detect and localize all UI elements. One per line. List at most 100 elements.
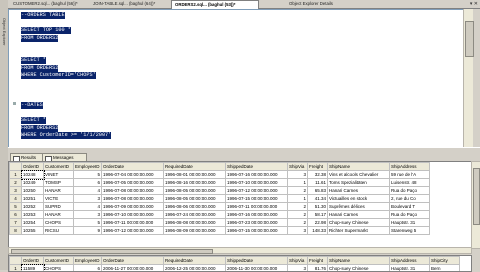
column-header[interactable]: CustomerID [44, 163, 74, 171]
code-line[interactable]: SELECT * [21, 57, 46, 64]
table-cell[interactable]: Hanari Carnes [328, 187, 390, 195]
table-cell[interactable]: 1996-07-08 00:00:00.000 [102, 187, 164, 195]
table-cell[interactable]: Suprêmes délices [328, 203, 390, 211]
table-cell[interactable]: 6 [74, 179, 102, 187]
table-cell[interactable]: 1996-07-24 00:00:00.000 [164, 211, 226, 219]
table-cell[interactable]: 10254 [22, 219, 44, 227]
column-header[interactable]: ShipAddress [390, 163, 430, 171]
code-line[interactable]: WHERE CustomerID='CHOPS' [21, 72, 96, 79]
table-row[interactable]: 310250HANAR41996-07-08 00:00:00.0001996-… [10, 187, 430, 195]
table-cell[interactable]: VINET [44, 171, 74, 179]
grid-horizontal-scrollbar[interactable] [8, 247, 472, 254]
results-grid-2[interactable]: OrderIDCustomerIDEmployeeIDOrderDateRequ… [8, 255, 472, 272]
table-cell[interactable]: 10255 [22, 227, 44, 235]
code-line[interactable]: --ORDERS TABLE [21, 12, 65, 19]
tab-object-explorer-details[interactable]: Object Explorer Details [286, 0, 354, 8]
column-header[interactable]: OrderID [22, 163, 44, 171]
table-cell[interactable]: 10249 [22, 179, 44, 187]
table-cell[interactable]: 5 [74, 219, 102, 227]
table-cell[interactable]: 11.61 [308, 179, 328, 187]
table-cell[interactable]: 1 [288, 195, 308, 203]
table-cell[interactable]: 3 [74, 195, 102, 203]
table-cell[interactable]: Hauptstr. 31 [390, 265, 430, 272]
column-header[interactable]: ShipAddress [390, 257, 430, 265]
table-cell[interactable]: Victuailles en stock [328, 195, 390, 203]
table-cell[interactable]: 2 [288, 203, 308, 211]
table-cell[interactable]: 3 [288, 227, 308, 235]
row-number[interactable]: 2 [10, 179, 22, 187]
table-cell[interactable]: 58.17 [308, 211, 328, 219]
table-cell[interactable]: 11589 [22, 265, 44, 272]
column-header[interactable]: ShipVia [288, 163, 308, 171]
table-cell[interactable]: Chop-suey Chinese [328, 219, 390, 227]
table-row[interactable]: 610253HANAR31996-07-10 00:00:00.0001996-… [10, 211, 430, 219]
table-row[interactable]: 210249TOMSP61996-07-05 00:00:00.0001996-… [10, 179, 430, 187]
table-cell[interactable]: 1996-07-16 00:00:00.000 [226, 171, 288, 179]
table-cell[interactable]: 1 [288, 179, 308, 187]
table-cell[interactable]: 1996-07-05 00:00:00.000 [102, 179, 164, 187]
row-number[interactable]: 1 [10, 171, 22, 179]
table-row[interactable]: 111589CHOPS62006-11-27 00:00:00.0002006-… [10, 265, 460, 272]
column-header[interactable]: ShipCity [430, 257, 460, 265]
code-line[interactable]: --DATES [21, 102, 43, 109]
table-cell[interactable]: 1996-07-10 00:00:00.000 [226, 179, 288, 187]
table-row[interactable]: 110248VINET51996-07-04 00:00:00.0001996-… [10, 171, 430, 179]
table-cell[interactable]: 148.33 [308, 227, 328, 235]
table-cell[interactable]: 4 [74, 203, 102, 211]
row-number[interactable]: 1 [10, 265, 22, 272]
table-cell[interactable]: Toms Spezialitäten [328, 179, 390, 187]
column-header[interactable]: ShippedDate [226, 257, 288, 265]
tab-join-table[interactable]: JOIN-TABLE.sql... (baghul (64))* [90, 0, 174, 8]
column-header[interactable] [10, 257, 22, 265]
table-cell[interactable]: 1996-07-15 00:00:00.000 [226, 195, 288, 203]
table-cell[interactable]: 2006-11-27 00:00:00.000 [102, 265, 164, 272]
table-cell[interactable]: 1996-08-08 00:00:00.000 [164, 219, 226, 227]
table-cell[interactable]: 2006-12-25 00:00:00.000 [164, 265, 226, 272]
table-cell[interactable]: RICSU [44, 227, 74, 235]
table-cell[interactable]: 32.38 [308, 171, 328, 179]
table-row[interactable]: 410251VICTE31996-07-08 00:00:00.0001996-… [10, 195, 430, 203]
column-header[interactable]: RequiredDate [164, 257, 226, 265]
table-cell[interactable]: 2, rue du Co [390, 195, 430, 203]
table-cell[interactable]: HANAR [44, 187, 74, 195]
table-cell[interactable]: 2006-11-30 00:00:00.000 [226, 265, 288, 272]
row-number[interactable]: 4 [10, 195, 22, 203]
table-cell[interactable]: HANAR [44, 211, 74, 219]
column-header[interactable]: OrderDate [102, 257, 164, 265]
table-cell[interactable]: CHOPS [44, 219, 74, 227]
table-cell[interactable]: 2 [288, 211, 308, 219]
column-header[interactable]: EmployeeID [74, 257, 102, 265]
table-cell[interactable]: Boulevard T [390, 203, 430, 211]
table-cell[interactable]: Richter Supermarkt [328, 227, 390, 235]
results-grid-1[interactable]: OrderIDCustomerIDEmployeeIDOrderDateRequ… [8, 161, 472, 249]
column-header[interactable]: ShipVia [288, 257, 308, 265]
table-cell[interactable]: 4 [74, 187, 102, 195]
table-cell[interactable]: 10253 [22, 211, 44, 219]
table-cell[interactable]: Rua do Paço [390, 187, 430, 195]
table-cell[interactable]: 5 [74, 171, 102, 179]
code-line[interactable]: FROM ORDERS2 [21, 35, 58, 42]
table-cell[interactable]: 1996-08-06 00:00:00.000 [164, 203, 226, 211]
table-cell[interactable]: 1996-08-05 00:00:00.000 [164, 195, 226, 203]
table-cell[interactable]: 59 rue de l'A [390, 171, 430, 179]
table-cell[interactable]: 51.30 [308, 203, 328, 211]
table-cell[interactable]: Hauptstr. 31 [390, 219, 430, 227]
table-cell[interactable]: 3 [74, 211, 102, 219]
sql-editor[interactable]: --ORDERS TABLESELECT TOP 100 *FROM ORDER… [8, 9, 464, 148]
table-cell[interactable]: Hanari Carnes [328, 211, 390, 219]
row-number[interactable]: 5 [10, 203, 22, 211]
table-cell[interactable]: Vins et alcools Chevalier [328, 171, 390, 179]
table-cell[interactable]: 1996-07-08 00:00:00.000 [102, 195, 164, 203]
table-cell[interactable]: CHOPS [44, 265, 74, 272]
code-line[interactable]: SELECT TOP 100 * [21, 27, 71, 34]
scroll-thumb[interactable] [473, 168, 480, 225]
table-cell[interactable]: VICTE [44, 195, 74, 203]
table-row[interactable]: 510252SUPRD41996-07-09 00:00:00.0001996-… [10, 203, 430, 211]
column-header[interactable] [10, 163, 22, 171]
window-buttons[interactable]: ▾ ✕ [470, 1, 478, 7]
table-cell[interactable]: 1996-07-23 00:00:00.000 [226, 219, 288, 227]
code-line[interactable]: FROM ORDERS2 [21, 65, 58, 72]
column-header[interactable]: Freight [308, 163, 328, 171]
table-cell[interactable]: 10252 [22, 203, 44, 211]
table-cell[interactable]: Chop-suey Chinese [328, 265, 390, 272]
